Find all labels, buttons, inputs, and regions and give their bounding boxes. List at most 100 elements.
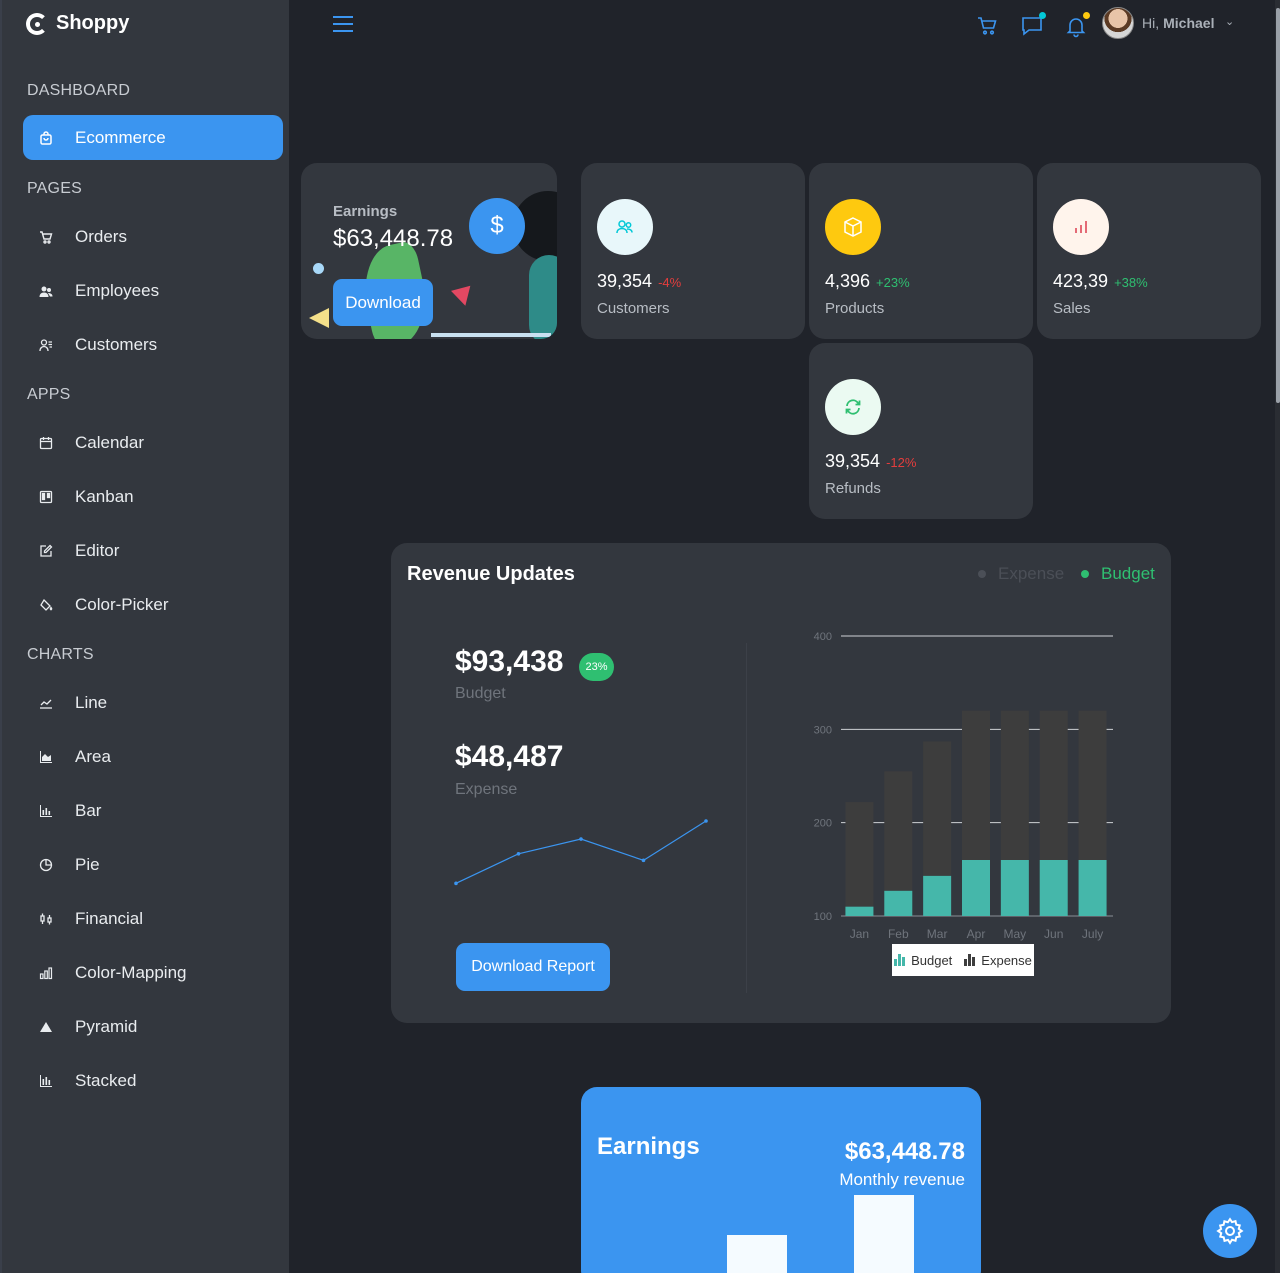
x-tick-label: July bbox=[1082, 927, 1103, 941]
bar-budget bbox=[845, 906, 874, 916]
chat-button[interactable] bbox=[1020, 12, 1046, 38]
x-tick-label: Apr bbox=[967, 927, 986, 941]
sidebar-item-stacked[interactable]: Stacked bbox=[23, 1058, 283, 1103]
sidebar-item-customers[interactable]: Customers bbox=[23, 322, 283, 367]
app-name: Shoppy bbox=[56, 12, 130, 34]
sidebar-item-kanban[interactable]: Kanban bbox=[23, 474, 283, 519]
sidebar-item-employees[interactable]: Employees bbox=[23, 268, 283, 313]
sidebar-item-label: Ecommerce bbox=[75, 127, 166, 147]
bar-expense bbox=[1000, 710, 1029, 860]
sidebar-item-orders[interactable]: Orders bbox=[23, 214, 283, 259]
x-tick-label: May bbox=[1004, 927, 1027, 941]
notification-dot bbox=[1083, 12, 1090, 19]
cart-icon bbox=[978, 17, 997, 35]
divider bbox=[746, 643, 747, 993]
settings-button[interactable] bbox=[1203, 1204, 1257, 1258]
sparkline-point bbox=[641, 858, 646, 863]
bar-budget bbox=[923, 875, 952, 916]
sparkline-point bbox=[704, 819, 708, 823]
user-greeting[interactable]: Hi, Michael bbox=[1142, 15, 1214, 31]
kanban-icon bbox=[39, 490, 53, 504]
greeting-text: Hi, bbox=[1142, 15, 1160, 31]
earnings-title: Earnings bbox=[597, 1133, 700, 1160]
sidebar-item-line[interactable]: Line bbox=[23, 680, 283, 725]
sidebar-item-bar[interactable]: Bar bbox=[23, 788, 283, 833]
bar-expense bbox=[845, 802, 874, 907]
dollar-icon[interactable]: $ bbox=[469, 198, 525, 254]
chart-legend-expense: Expense bbox=[981, 952, 1032, 968]
earnings-card: Earnings $63,448.78 $ Download bbox=[301, 163, 557, 339]
app-logo[interactable]: Shoppy bbox=[26, 12, 129, 35]
stat-label: Customers bbox=[597, 300, 670, 317]
sidebar-item-label: Area bbox=[75, 746, 111, 766]
sidebar-item-label: Pyramid bbox=[75, 1016, 138, 1036]
sidebar-item-pie[interactable]: Pie bbox=[23, 842, 283, 887]
cart-button[interactable] bbox=[976, 14, 1000, 38]
bar-chart-icon bbox=[39, 804, 53, 818]
bar-budget bbox=[884, 890, 913, 916]
illustration-arm bbox=[529, 255, 557, 339]
illustration-triangle-yellow bbox=[309, 308, 329, 328]
sidebar-item-area[interactable]: Area bbox=[23, 734, 283, 779]
chevron-down-icon[interactable]: ⌄ bbox=[1225, 15, 1234, 28]
stat-change: +38% bbox=[1114, 275, 1148, 290]
earnings-bar bbox=[854, 1195, 914, 1273]
sparkline-series bbox=[455, 820, 707, 884]
financial-icon bbox=[39, 912, 53, 926]
download-button[interactable]: Download bbox=[333, 279, 433, 326]
sidebar-item-color-mapping[interactable]: Color-Mapping bbox=[23, 950, 283, 995]
stat-value: 423,39 +38% bbox=[1053, 271, 1148, 291]
stat-label: Products bbox=[825, 300, 885, 317]
section-charts: CHARTS bbox=[27, 646, 94, 663]
bar-expense bbox=[884, 771, 913, 891]
sidebar-item-label: Bar bbox=[75, 800, 102, 820]
section-dashboard: DASHBOARD bbox=[27, 82, 131, 99]
box-icon[interactable] bbox=[825, 199, 881, 255]
pyramid-icon bbox=[39, 1020, 53, 1034]
user-name: Michael bbox=[1163, 15, 1215, 31]
y-tick-label: 100 bbox=[814, 911, 832, 923]
sidebar-item-label: Stacked bbox=[75, 1070, 137, 1090]
chat-notification-dot bbox=[1039, 12, 1046, 19]
x-tick-label: Jun bbox=[1044, 927, 1063, 941]
download-report-button[interactable]: Download Report bbox=[456, 943, 610, 991]
sidebar-item-calendar[interactable]: Calendar bbox=[23, 420, 283, 465]
bar-expense bbox=[1078, 710, 1107, 860]
calendar-icon bbox=[39, 436, 53, 450]
avatar[interactable] bbox=[1102, 7, 1134, 39]
x-tick-label: Jan bbox=[850, 927, 869, 941]
sidebar-item-label: Color-Mapping bbox=[75, 962, 187, 982]
notification-button[interactable] bbox=[1064, 12, 1090, 38]
sidebar-item-label: Kanban bbox=[75, 486, 134, 506]
earnings-value: $63,448.78 bbox=[333, 225, 454, 252]
bar-budget bbox=[1000, 860, 1029, 916]
stacked-chart-icon bbox=[39, 1074, 53, 1088]
sidebar: Shoppy DASHBOARD Ecommerce PAGES Orders … bbox=[0, 0, 289, 1273]
pie-chart-icon bbox=[39, 858, 53, 872]
sidebar-item-label: Pie bbox=[75, 854, 100, 874]
customers-icon[interactable] bbox=[597, 199, 653, 255]
sidebar-item-editor[interactable]: Editor bbox=[23, 528, 283, 573]
earnings-label: Earnings bbox=[333, 203, 398, 220]
sidebar-item-color-picker[interactable]: Color-Picker bbox=[23, 582, 283, 627]
sidebar-item-label: Orders bbox=[75, 226, 127, 246]
stat-card-products: 4,396 +23% Products bbox=[809, 163, 1033, 339]
menu-toggle-button[interactable] bbox=[333, 16, 353, 34]
stat-value: 39,354 -12% bbox=[825, 451, 917, 471]
stat-change: -12% bbox=[886, 455, 917, 470]
shopping-bag-icon bbox=[39, 130, 53, 145]
sidebar-item-label: Customers bbox=[75, 334, 158, 354]
y-tick-label: 400 bbox=[814, 631, 832, 643]
sidebar-item-pyramid[interactable]: Pyramid bbox=[23, 1004, 283, 1049]
refresh-icon[interactable] bbox=[825, 379, 881, 435]
sidebar-item-label: Financial bbox=[75, 908, 144, 928]
illustration-triangle-red bbox=[451, 285, 475, 309]
sparkline-point bbox=[454, 881, 458, 886]
area-chart-icon bbox=[39, 750, 53, 764]
earnings-bar bbox=[727, 1235, 787, 1273]
sidebar-item-financial[interactable]: Financial bbox=[23, 896, 283, 941]
scrollbar-thumb[interactable] bbox=[1276, 8, 1280, 403]
bar-budget bbox=[1078, 860, 1107, 916]
bar-chart-icon[interactable] bbox=[1053, 199, 1109, 255]
sidebar-item-ecommerce[interactable]: Ecommerce bbox=[23, 115, 283, 160]
